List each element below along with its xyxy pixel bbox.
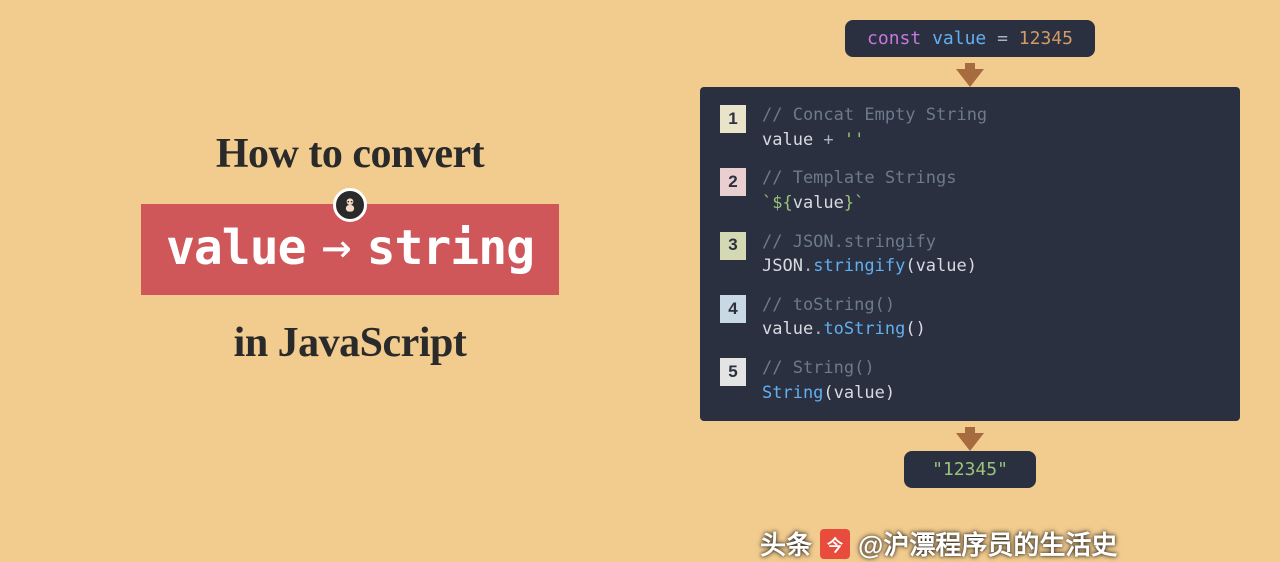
method-comment: // Template Strings xyxy=(762,168,956,188)
watermark: 头条 今 @沪漂程序员的生活史 xyxy=(760,525,1117,562)
code-token: (value) xyxy=(905,256,977,276)
code-token: (value) xyxy=(823,383,895,403)
method-comment: // JSON.stringify xyxy=(762,232,936,252)
method-row: 3 // JSON.stringify JSON.stringify(value) xyxy=(720,230,1216,279)
token-num: 12345 xyxy=(1019,28,1073,49)
watermark-handle: @沪漂程序员的生活史 xyxy=(858,525,1117,562)
token-var: value xyxy=(932,28,986,49)
code-token: value xyxy=(762,319,813,339)
stage: How to convert value → string in JavaScr… xyxy=(0,0,1280,562)
method-number-badge: 5 xyxy=(720,358,746,386)
code-token: + xyxy=(813,130,844,150)
method-number-badge: 3 xyxy=(720,232,746,260)
watermark-app-icon: 今 xyxy=(820,529,850,559)
result-code-pill: "12345" xyxy=(904,451,1036,488)
method-number-badge: 4 xyxy=(720,295,746,323)
method-number-badge: 1 xyxy=(720,105,746,133)
title-line-1: How to convert xyxy=(90,130,610,178)
method-comment: // Concat Empty String xyxy=(762,105,987,125)
code-token: . xyxy=(813,319,823,339)
methods-code-box: 1 // Concat Empty String value + '' 2 // Te… xyxy=(700,87,1240,421)
code-token: toString xyxy=(823,319,905,339)
method-code: // String() String(value) xyxy=(762,356,895,405)
title-line-3: in JavaScript xyxy=(90,319,610,367)
result-text: "12345" xyxy=(932,459,1008,480)
arrow-down-icon xyxy=(700,57,1240,87)
method-code: // toString() value.toString() xyxy=(762,293,926,342)
code-token: . xyxy=(803,256,813,276)
method-code: // JSON.stringify JSON.stringify(value) xyxy=(762,230,977,279)
method-row: 2 // Template Strings `${value}` xyxy=(720,166,1216,215)
arrow-down-icon xyxy=(700,421,1240,451)
method-number-badge: 2 xyxy=(720,168,746,196)
title-block: How to convert value → string in JavaScr… xyxy=(90,130,610,367)
code-flow: const value = 12345 1 // Concat Empty Str… xyxy=(700,20,1240,488)
code-token: () xyxy=(905,319,925,339)
method-code: // Concat Empty String value + '' xyxy=(762,103,987,152)
method-row: 1 // Concat Empty String value + '' xyxy=(720,103,1216,152)
code-token: stringify xyxy=(813,256,905,276)
token-const: const xyxy=(867,28,921,49)
arrow-right-icon: → xyxy=(322,217,351,275)
word-string: string xyxy=(367,220,534,276)
code-token: value xyxy=(793,193,844,213)
token-eq: = xyxy=(997,28,1008,49)
author-avatar-icon xyxy=(333,188,367,222)
code-token: value xyxy=(762,130,813,150)
code-token: `${ xyxy=(762,193,793,213)
code-token: JSON xyxy=(762,256,803,276)
input-code-pill: const value = 12345 xyxy=(845,20,1095,57)
code-token: }` xyxy=(844,193,864,213)
watermark-label: 头条 xyxy=(760,525,812,562)
method-comment: // String() xyxy=(762,358,875,378)
code-token: String xyxy=(762,383,823,403)
code-token: '' xyxy=(844,130,864,150)
word-value: value xyxy=(166,220,306,276)
method-comment: // toString() xyxy=(762,295,895,315)
method-row: 5 // String() String(value) xyxy=(720,356,1216,405)
method-row: 4 // toString() value.toString() xyxy=(720,293,1216,342)
method-code: // Template Strings `${value}` xyxy=(762,166,956,215)
